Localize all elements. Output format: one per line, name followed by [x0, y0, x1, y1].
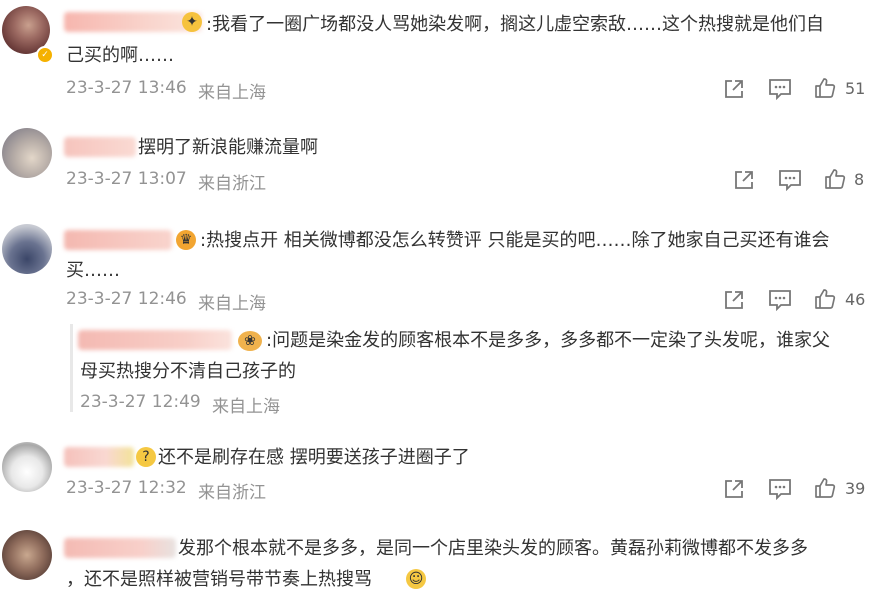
avatar[interactable] — [2, 442, 52, 492]
username-blurred[interactable] — [64, 230, 172, 250]
like-button[interactable] — [814, 288, 836, 310]
share-button[interactable] — [723, 478, 745, 500]
comment-text: :热搜点开 相关微博都没怎么转赞评 只能是买的吧……除了她家自己买还有谁会 — [200, 230, 830, 251]
avatar[interactable] — [2, 128, 52, 178]
comment-time: 23-3-27 12:32 — [66, 478, 187, 498]
reply-text-cont: 母买热搜分不清自己孩子的 — [80, 361, 296, 382]
username-blurred[interactable] — [64, 137, 136, 157]
share-button[interactable] — [723, 78, 745, 100]
like-button[interactable] — [824, 168, 846, 190]
comment-button[interactable] — [768, 78, 792, 100]
level-emoji-icon: ✦ — [182, 12, 202, 32]
like-count: 39 — [845, 479, 866, 498]
comment-icon — [779, 170, 801, 191]
comment-button[interactable] — [768, 478, 792, 500]
shrug-emoji-icon: ☺ — [406, 569, 426, 589]
comment-button[interactable] — [768, 289, 792, 311]
comment-text: 摆明了新浪能赚流量啊 — [138, 137, 318, 158]
comment-icon — [769, 479, 791, 500]
comment-location: 来自上海 — [198, 294, 266, 314]
comment-text-cont: ，还不是照样被营销号带节奏上热搜骂 — [66, 569, 372, 590]
thumbs-up-icon — [815, 78, 836, 98]
avatar[interactable] — [2, 224, 52, 274]
thumbs-up-icon — [815, 478, 836, 498]
username-blurred[interactable] — [64, 447, 134, 467]
comment-text-cont: 买…… — [66, 260, 120, 281]
comment-icon — [769, 290, 791, 311]
share-icon — [735, 171, 753, 189]
comment-button[interactable] — [778, 169, 802, 191]
share-button[interactable] — [733, 169, 755, 191]
share-button[interactable] — [723, 289, 745, 311]
avatar[interactable] — [2, 530, 52, 580]
comment-text-cont: 己买的啊…… — [66, 45, 174, 66]
reply-time: 23-3-27 12:49 — [80, 392, 201, 412]
like-button[interactable] — [814, 77, 836, 99]
comment-time: 23-3-27 13:46 — [66, 78, 187, 98]
comment-location: 来自上海 — [198, 83, 266, 103]
share-icon — [725, 80, 743, 98]
share-icon — [725, 291, 743, 309]
share-icon — [725, 480, 743, 498]
username-blurred[interactable] — [78, 330, 232, 350]
comment-icon — [769, 79, 791, 100]
verified-badge-icon: ✓ — [36, 46, 54, 64]
comment-location: 来自浙江 — [198, 483, 266, 503]
comment-text: 还不是刷存在感 摆明要送孩子进圈子了 — [158, 447, 470, 468]
comment-time: 23-3-27 12:46 — [66, 289, 187, 309]
comment-text: 发那个根本就不是多多，是同一个店里染头发的顾客。黄磊孙莉微博都不发多多 — [178, 538, 808, 559]
level-emoji-icon: ❀ — [238, 331, 262, 351]
thinking-emoji-icon: ? — [136, 447, 156, 467]
level-emoji-icon: ♛ — [176, 230, 196, 250]
reply-text: :问题是染金发的顾客根本不是多多，多多都不一定染了头发呢，谁家父 — [266, 330, 831, 351]
like-count: 51 — [845, 79, 866, 98]
comment-location: 来自浙江 — [198, 174, 266, 194]
comment-time: 23-3-27 13:07 — [66, 169, 187, 189]
thumbs-up-icon — [815, 289, 836, 309]
like-button[interactable] — [814, 477, 836, 499]
like-count: 46 — [845, 290, 866, 309]
reply-location: 来自上海 — [212, 397, 280, 417]
thumbs-up-icon — [825, 169, 846, 189]
like-count: 8 — [854, 170, 865, 189]
username-blurred[interactable] — [64, 538, 176, 558]
reply-divider — [70, 324, 73, 412]
comment-text: :我看了一圈广场都没人骂她染发啊，搁这儿虚空索敌……这个热搜就是他们自 — [206, 14, 825, 35]
